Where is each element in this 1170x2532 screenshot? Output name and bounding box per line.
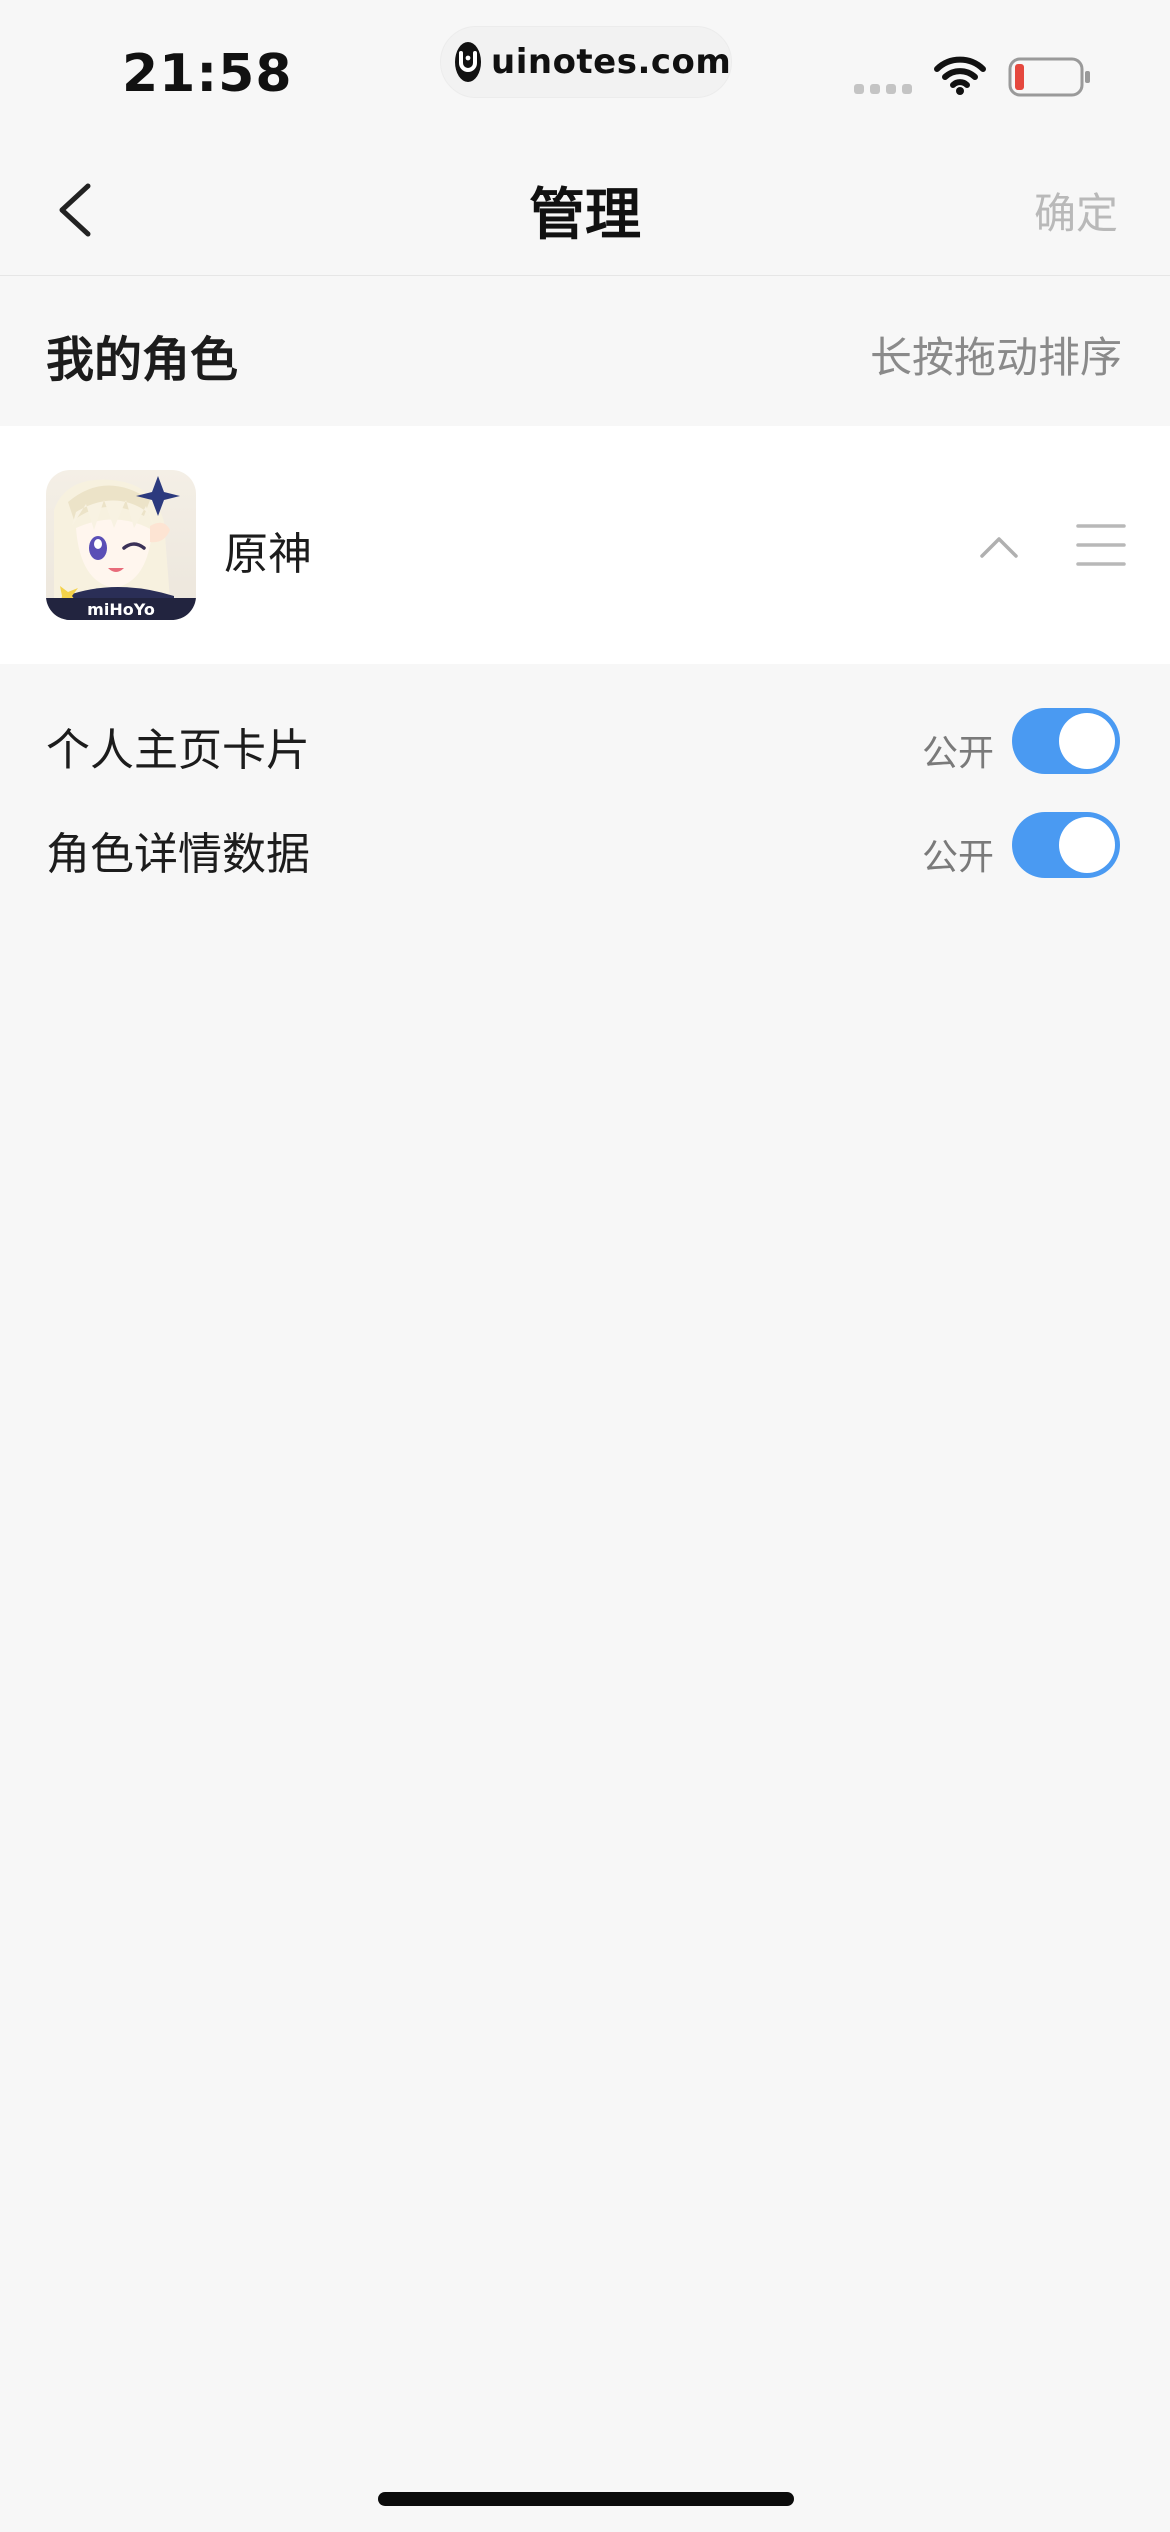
section-header: 我的角色 长按拖动排序 xyxy=(0,276,1170,426)
section-title: 我的角色 xyxy=(46,332,239,388)
status-bar: 21:58 uinotes.com xyxy=(0,0,1170,140)
setting-row-character-data: 角色详情数据 公开 xyxy=(0,794,1170,898)
drag-handle-icon xyxy=(1076,524,1126,566)
setting-row-profile-card: 个人主页卡片 公开 xyxy=(0,690,1170,794)
sort-hint: 长按拖动排序 xyxy=(869,333,1122,382)
wifi-icon xyxy=(934,56,986,100)
setting-status: 公开 xyxy=(922,837,995,878)
status-time: 21:58 xyxy=(122,44,293,104)
chevron-up-icon xyxy=(980,537,1018,558)
toggle-knob xyxy=(1059,713,1115,769)
setting-status: 公开 xyxy=(922,733,995,774)
toggle-knob xyxy=(1059,817,1115,873)
avatar-caption: miHoYo xyxy=(87,600,155,619)
setting-label: 角色详情数据 xyxy=(46,829,310,880)
url-pill[interactable]: uinotes.com xyxy=(440,26,732,98)
profile-card-toggle[interactable] xyxy=(1012,708,1120,774)
drag-handle[interactable] xyxy=(1076,522,1126,572)
cellular-signal-icon xyxy=(854,84,912,94)
confirm-button[interactable]: 确定 xyxy=(1034,180,1118,241)
site-logo-icon xyxy=(455,42,481,82)
game-avatar: miHoYo xyxy=(46,470,196,620)
nav-bar: 管理 确定 xyxy=(0,140,1170,276)
character-data-toggle[interactable] xyxy=(1012,812,1120,878)
page-title: 管理 xyxy=(529,183,641,248)
battery-low-icon xyxy=(1008,56,1092,102)
collapse-button[interactable] xyxy=(978,534,1020,564)
manage-screen: 21:58 uinotes.com 管理 确定 我的角色 长按拖动排序 miHo… xyxy=(0,0,1170,2532)
home-indicator[interactable] xyxy=(378,2492,794,2506)
setting-label: 个人主页卡片 xyxy=(46,725,310,776)
game-name: 原神 xyxy=(224,529,312,580)
url-text: uinotes.com xyxy=(491,42,732,82)
